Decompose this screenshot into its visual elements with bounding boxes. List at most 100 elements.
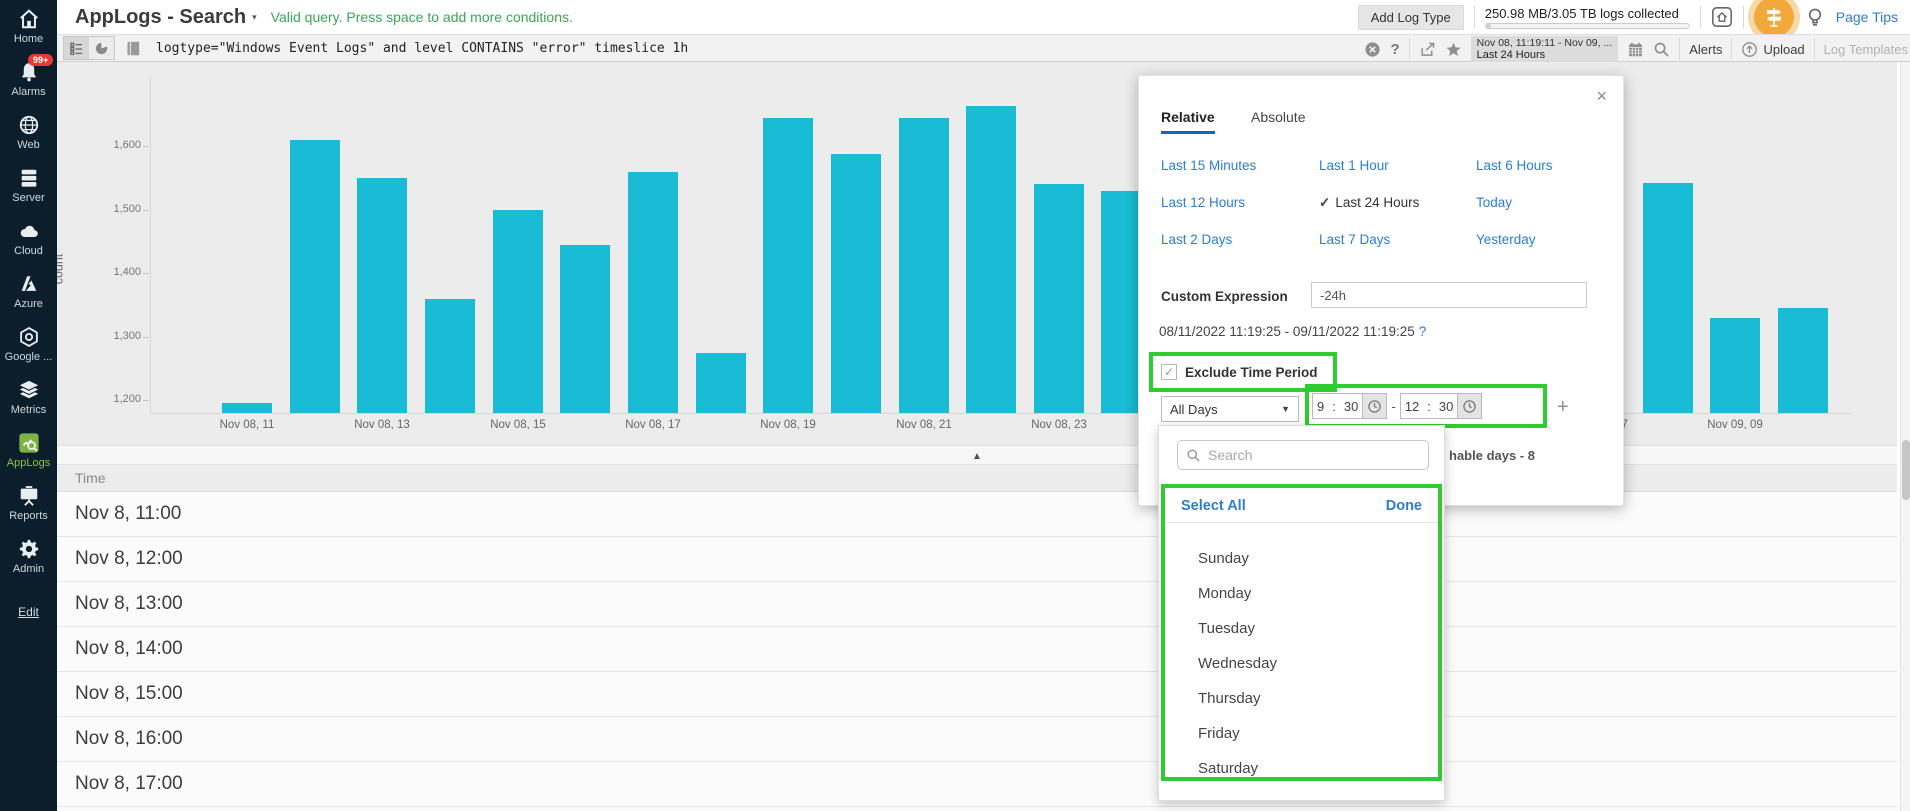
sidebar-item-label: Google ... (5, 351, 53, 363)
quick-link-today[interactable]: Today (1476, 195, 1512, 210)
query-help-icon[interactable]: ? (1390, 41, 1399, 58)
chart-bar[interactable] (628, 172, 678, 413)
day-option-monday[interactable]: Monday (1198, 585, 1251, 602)
add-log-type-button[interactable]: Add Log Type (1358, 5, 1464, 30)
close-icon[interactable]: × (1596, 86, 1607, 107)
time-to-hour[interactable]: 12 (1401, 399, 1423, 414)
chart-view-icon[interactable] (89, 37, 114, 59)
time-from-hour[interactable]: 9 (1313, 399, 1328, 414)
saved-queries-icon[interactable] (125, 40, 142, 57)
title-caret-down-icon[interactable]: ▾ (252, 12, 257, 23)
day-option-friday[interactable]: Friday (1198, 725, 1240, 742)
quick-link-yesterday[interactable]: Yesterday (1476, 232, 1536, 247)
table-row[interactable]: Nov 8, 16:00 (57, 717, 1897, 762)
day-option-tuesday[interactable]: Tuesday (1198, 620, 1255, 637)
table-row[interactable]: Nov 8, 15:00 (57, 672, 1897, 717)
chart-bar[interactable] (493, 210, 543, 413)
time-to-input[interactable]: 12 : 30 (1400, 393, 1483, 419)
y-tick-label: 1,300 (81, 330, 141, 342)
select-all-button[interactable]: Select All (1181, 498, 1246, 514)
clock-icon[interactable] (1457, 394, 1481, 418)
day-filter-select[interactable]: All Days ▼ (1161, 396, 1299, 422)
time-range-selector[interactable]: Nov 08, 11:19:11 - Nov 09, ... Last 24 H… (1471, 36, 1619, 62)
add-exclude-period-icon[interactable]: + (1557, 396, 1569, 419)
alerts-button[interactable]: Alerts (1689, 42, 1722, 57)
page-tips-link[interactable]: Page Tips (1836, 9, 1898, 25)
collapse-up-icon[interactable]: ▲ (972, 451, 982, 462)
chart-bar[interactable] (290, 140, 340, 413)
quick-link-last-1-hour[interactable]: Last 1 Hour (1319, 158, 1389, 173)
search-icon[interactable] (1653, 41, 1670, 58)
table-row[interactable]: Nov 8, 14:00 (57, 627, 1897, 672)
clear-query-icon[interactable] (1364, 41, 1381, 58)
sidebar-item-alarms[interactable]: 99+Alarms (0, 61, 57, 98)
day-option-saturday[interactable]: Saturday (1198, 760, 1258, 777)
gear-icon (18, 538, 40, 560)
quick-link-last-24-hours[interactable]: ✓Last 24 Hours (1319, 195, 1419, 211)
chart-bar[interactable] (831, 154, 881, 413)
sidebar-item-admin[interactable]: Admin (0, 538, 57, 575)
scrollbar-thumb[interactable] (1902, 440, 1910, 500)
sidebar-edit-link[interactable]: Edit (18, 605, 39, 619)
chart-bar[interactable] (1643, 183, 1693, 413)
sidebar-item-reports[interactable]: Reports (0, 485, 57, 522)
sidebar-item-web[interactable]: Web (0, 114, 57, 151)
day-option-thursday[interactable]: Thursday (1198, 690, 1261, 707)
chart-bar[interactable] (763, 118, 813, 413)
day-option-sunday[interactable]: Sunday (1198, 550, 1249, 567)
upload-button[interactable]: Upload (1741, 41, 1804, 58)
lightbulb-icon[interactable] (1804, 6, 1826, 28)
time-from-min[interactable]: 30 (1340, 399, 1362, 414)
sidebar-item-edit[interactable]: Edit (0, 591, 57, 619)
chart-bar[interactable] (425, 299, 475, 413)
page-title[interactable]: AppLogs - Search (75, 6, 246, 29)
search-query-input[interactable]: logtype="Windows Event Logs" and level C… (156, 41, 688, 56)
chart-bar[interactable] (899, 118, 949, 413)
chart-bar[interactable] (1034, 184, 1084, 413)
quick-link-last-2-days[interactable]: Last 2 Days (1161, 232, 1232, 247)
clock-icon[interactable] (1362, 394, 1386, 418)
star-icon[interactable] (1445, 41, 1462, 58)
chart-bar[interactable] (357, 178, 407, 413)
exclude-time-checkbox[interactable]: ✓ (1161, 364, 1177, 380)
done-button[interactable]: Done (1386, 498, 1422, 514)
chart-bar[interactable] (560, 245, 610, 413)
custom-expression-input[interactable] (1311, 282, 1587, 308)
day-search-input[interactable] (1208, 447, 1408, 463)
home-dashboard-icon[interactable] (1711, 6, 1733, 28)
calendar-icon[interactable] (1627, 41, 1644, 58)
quick-link-last-12-hours[interactable]: Last 12 Hours (1161, 195, 1245, 210)
sidebar-item-google[interactable]: Google ... (0, 326, 57, 363)
quick-link-last-6-hours[interactable]: Last 6 Hours (1476, 158, 1553, 173)
resolved-range-help-icon[interactable]: ? (1419, 324, 1427, 339)
sidebar-item-cloud[interactable]: Cloud (0, 220, 57, 257)
sidebar-item-azure[interactable]: Azure (0, 273, 57, 310)
table-row[interactable]: Nov 8, 13:00 (57, 582, 1897, 627)
logs-usage-progress-fill (1486, 24, 1491, 28)
quick-link-last-7-days[interactable]: Last 7 Days (1319, 232, 1390, 247)
chart-bar[interactable] (696, 353, 746, 413)
quick-link-last-15-minutes[interactable]: Last 15 Minutes (1161, 158, 1256, 173)
day-option-wednesday[interactable]: Wednesday (1198, 655, 1277, 672)
time-from-input[interactable]: 9 : 30 (1312, 393, 1387, 419)
chart-bar[interactable] (1710, 318, 1760, 413)
sidebar-item-home[interactable]: Home (0, 8, 57, 45)
chart-bar[interactable] (222, 403, 272, 413)
tab-absolute[interactable]: Absolute (1251, 109, 1305, 125)
guided-tour-icon[interactable] (1754, 0, 1794, 37)
log-templates-button[interactable]: Log Templates (1824, 42, 1908, 57)
table-row[interactable]: Nov 8, 17:00 (57, 762, 1897, 807)
sidebar-item-metrics[interactable]: Metrics (0, 379, 57, 416)
tab-relative[interactable]: Relative (1161, 109, 1215, 134)
applogs-icon (18, 432, 40, 454)
table-row[interactable]: Nov 8, 12:00 (57, 537, 1897, 582)
chart-bar[interactable] (966, 106, 1016, 413)
list-view-icon[interactable] (64, 37, 89, 59)
sidebar-item-applogs[interactable]: AppLogs (0, 432, 57, 469)
vertical-scrollbar[interactable] (1900, 62, 1910, 811)
chart-bar[interactable] (1778, 308, 1828, 413)
share-icon[interactable] (1419, 41, 1436, 58)
sidebar-item-server[interactable]: Server (0, 167, 57, 204)
y-tick-mark (143, 146, 149, 147)
time-to-min[interactable]: 30 (1435, 399, 1457, 414)
